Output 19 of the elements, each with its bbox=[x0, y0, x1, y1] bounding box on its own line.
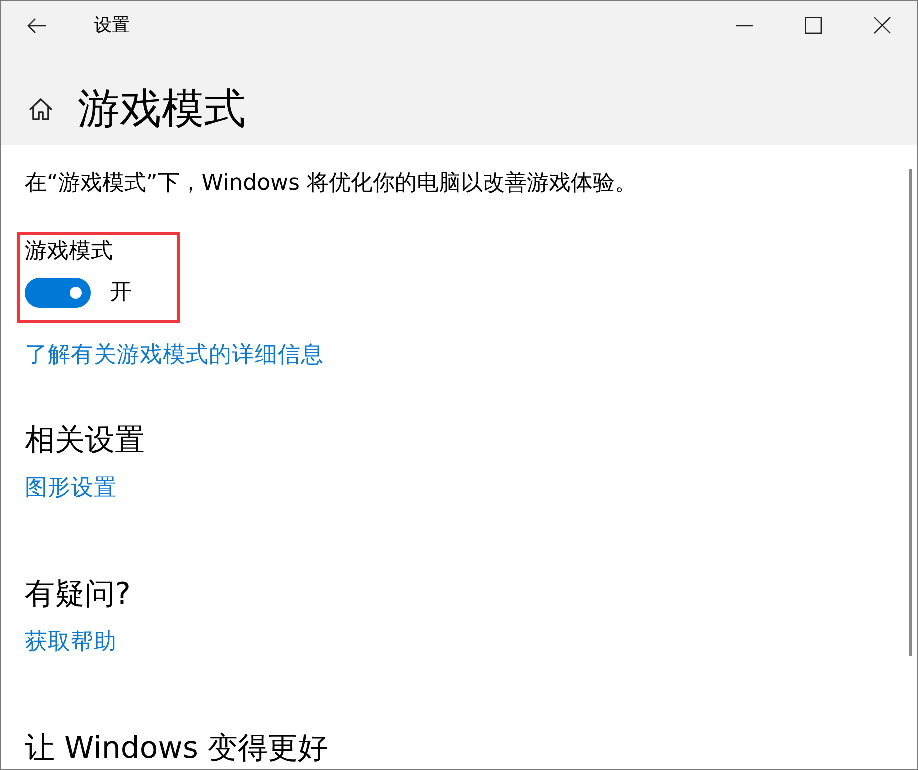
back-arrow-icon bbox=[27, 18, 47, 34]
section-heading: 让 Windows 变得更好 bbox=[25, 730, 328, 768]
scrollbar[interactable] bbox=[909, 169, 912, 656]
toggle-state-text: 开 bbox=[110, 279, 132, 307]
minimize-icon bbox=[736, 24, 753, 26]
page-title: 游戏模式 bbox=[78, 83, 246, 135]
close-icon bbox=[874, 17, 891, 34]
description-text: 在“游戏模式”下，Windows 将优化你的电脑以改善游戏体验。 bbox=[25, 170, 637, 198]
section-heading: 有疑问? bbox=[25, 576, 131, 614]
toggle-switch[interactable] bbox=[25, 278, 91, 308]
window-title: 设置 bbox=[94, 14, 130, 38]
section-link[interactable]: 图形设置 bbox=[25, 473, 117, 503]
maximize-icon bbox=[805, 17, 822, 34]
section-link[interactable]: 获取帮助 bbox=[25, 627, 117, 657]
learn-more-link[interactable]: 了解有关游戏模式的详细信息 bbox=[25, 340, 324, 370]
section-heading: 相关设置 bbox=[25, 422, 145, 460]
toggle-label: 游戏模式 bbox=[25, 238, 114, 266]
home-button[interactable] bbox=[29, 98, 53, 120]
home-icon bbox=[29, 98, 53, 120]
